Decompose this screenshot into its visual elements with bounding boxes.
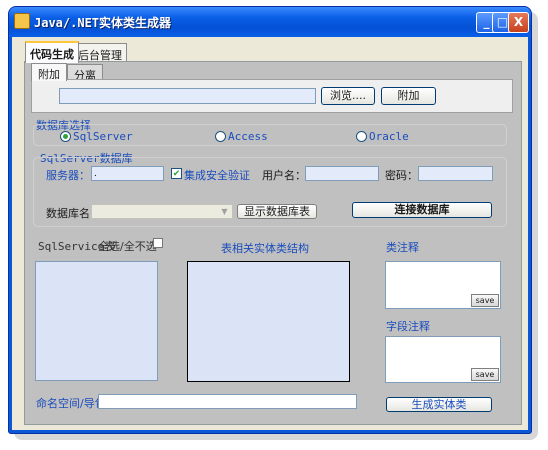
radio-oracle[interactable] [356,131,367,142]
password-label: 密码： [385,169,418,182]
radio-access-label: Access [228,130,268,143]
tab-label: 代码生成 [30,48,74,61]
select-all-checkbox[interactable] [153,238,163,248]
namespace-input[interactable] [98,394,357,409]
generate-entity-button[interactable]: 生成实体类 [386,397,492,412]
structure-header: 表相关实体类结构 [221,242,309,255]
tables-listbox[interactable] [35,261,158,381]
minimize-icon: _ [483,15,490,29]
app-icon [14,13,30,29]
browse-button[interactable]: 浏览.... [321,87,375,105]
select-all-label: 全选/全不选 [98,240,157,253]
window-title: Java/.NET实体类生成器 [34,16,172,30]
structure-panel[interactable] [187,261,350,382]
tab-code-gen[interactable]: 代码生成 [25,41,79,63]
subtab-detach[interactable]: 分离 [67,64,103,82]
dbname-combobox[interactable]: ▼ [91,204,233,219]
chevron-down-icon: ▼ [221,207,228,216]
subtab-label: 附加 [38,68,60,81]
radio-sqlserver[interactable] [60,131,71,142]
field-comment-header: 字段注释 [386,320,430,333]
close-icon: X [513,15,524,29]
namespace-label: 命名空间/导包 [36,397,106,410]
tab-admin[interactable]: 后台管理 [73,43,127,62]
class-comment-save-button[interactable]: save [471,294,499,307]
radio-oracle-label: Oracle [369,130,409,143]
attach-path-input[interactable] [59,88,316,104]
username-input[interactable] [305,166,379,181]
username-label: 用户名： [262,169,306,182]
class-comment-header: 类注释 [386,241,419,254]
maximize-icon: □ [496,15,509,29]
password-input[interactable] [418,166,493,181]
attach-button[interactable]: 附加 [381,87,436,105]
server-input[interactable] [91,166,164,181]
close-button[interactable]: X [508,12,529,33]
connect-db-button[interactable]: 连接数据库 [352,202,492,218]
radio-sqlserver-label: SqlServer [73,130,133,143]
integrated-security-checkbox[interactable]: ✔ [171,168,182,179]
server-label: 服务器： [46,169,90,182]
show-db-tables-button[interactable]: 显示数据库表 [237,204,317,219]
integrated-security-label: 集成安全验证 [184,169,250,182]
field-comment-save-button[interactable]: save [471,368,499,381]
subtab-attach[interactable]: 附加 [31,63,67,81]
radio-access[interactable] [215,131,226,142]
